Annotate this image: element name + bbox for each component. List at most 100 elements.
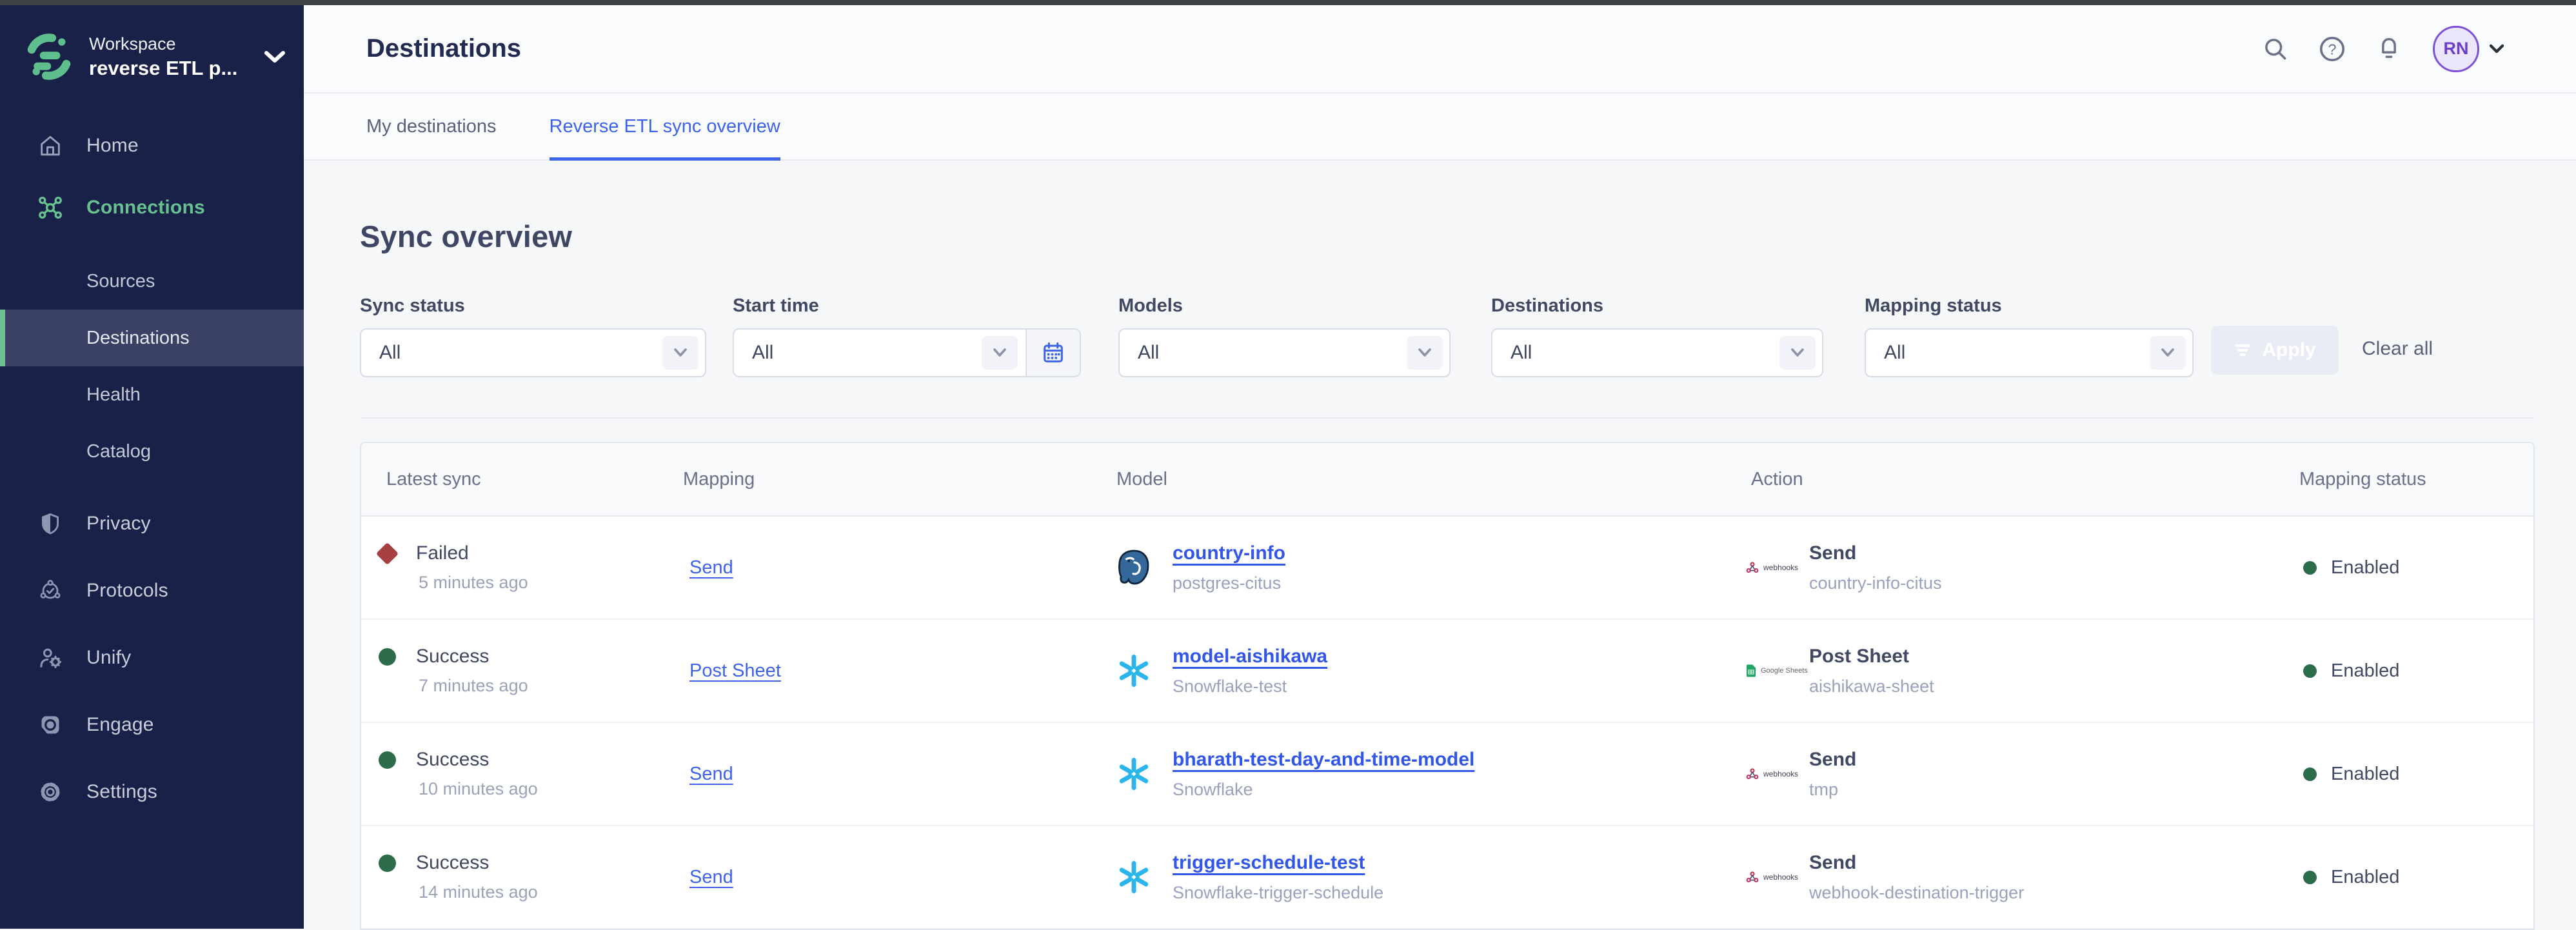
mapping-status-cell: Enabled bbox=[2299, 723, 2533, 825]
help-icon[interactable]: ? bbox=[2312, 28, 2353, 70]
column-header: Mapping status bbox=[2299, 443, 2533, 515]
filter-label: Sync status bbox=[360, 295, 706, 317]
postgres-icon bbox=[1112, 546, 1156, 589]
sidebar-item-protocols[interactable]: Protocols bbox=[0, 557, 304, 624]
engage-icon bbox=[36, 711, 64, 739]
sync-status: Failed bbox=[416, 542, 469, 564]
model-cell: country-info postgres-citus bbox=[1112, 517, 1746, 618]
main-area: Destinations ? RN My destinations Revers… bbox=[304, 5, 2576, 929]
mapping-status-select[interactable]: All bbox=[1865, 328, 2194, 377]
mapping-status: Enabled bbox=[2331, 660, 2399, 682]
snowflake-icon bbox=[1112, 649, 1156, 693]
tab-bar: My destinations Reverse ETL sync overvie… bbox=[304, 94, 2576, 161]
filter-label: Mapping status bbox=[1865, 295, 2194, 317]
model-source: Snowflake bbox=[1173, 780, 1474, 800]
webhooks-brand-label: webhooks bbox=[1763, 873, 1798, 882]
sync-time: 5 minutes ago bbox=[419, 573, 528, 593]
sidebar-item-engage[interactable]: Engage bbox=[0, 691, 304, 758]
enabled-dot-icon bbox=[2303, 871, 2317, 884]
sidebar-subitem-label: Sources bbox=[86, 271, 155, 292]
workspace-name: reverse ETL p... bbox=[89, 55, 237, 81]
models-select[interactable]: All bbox=[1118, 328, 1451, 377]
select-value: All bbox=[1492, 342, 1532, 364]
sync-status-select[interactable]: All bbox=[360, 328, 706, 377]
action-destination: webhook-destination-trigger bbox=[1809, 883, 2024, 903]
sidebar-subitem-label: Catalog bbox=[86, 441, 151, 462]
mapping-status: Enabled bbox=[2331, 867, 2399, 888]
svg-text:?: ? bbox=[2328, 41, 2337, 57]
sidebar-item-label: Protocols bbox=[86, 580, 168, 602]
success-status-icon bbox=[379, 751, 396, 769]
sidebar-subitem-label: Health bbox=[86, 384, 141, 406]
success-status-icon bbox=[379, 648, 396, 666]
tab-label: My destinations bbox=[366, 116, 497, 137]
action-name: Send bbox=[1809, 542, 1942, 564]
column-header: Model bbox=[1112, 443, 1746, 515]
workspace-switcher[interactable]: Workspace reverse ETL p... bbox=[0, 5, 304, 81]
filter-label: Start time bbox=[733, 295, 1081, 317]
avatar[interactable]: RN bbox=[2433, 26, 2479, 72]
action-cell: Google Sheets Post Sheet aishikawa-sheet bbox=[1746, 620, 2299, 722]
select-value: All bbox=[361, 342, 401, 364]
sync-time: 7 minutes ago bbox=[419, 676, 528, 696]
apply-button[interactable]: Apply bbox=[2211, 326, 2339, 375]
snowflake-icon bbox=[1112, 855, 1156, 899]
model-cell: model-aishikawa Snowflake-test bbox=[1112, 620, 1746, 722]
sidebar-item-label: Home bbox=[86, 135, 139, 157]
sidebar-item-health[interactable]: Health bbox=[0, 366, 304, 423]
action-name: Send bbox=[1809, 749, 1856, 771]
sidebar-item-sources[interactable]: Sources bbox=[0, 253, 304, 310]
model-link[interactable]: trigger-schedule-test bbox=[1173, 852, 1365, 874]
mapping-status-cell: Enabled bbox=[2299, 826, 2533, 928]
model-link[interactable]: bharath-test-day-and-time-model bbox=[1173, 749, 1474, 771]
sync-status: Success bbox=[416, 749, 489, 771]
mapping-status-cell: Enabled bbox=[2299, 620, 2533, 722]
model-link[interactable]: model-aishikawa bbox=[1173, 646, 1327, 668]
mapping-link[interactable]: Post Sheet bbox=[689, 660, 781, 682]
calendar-icon[interactable] bbox=[1025, 330, 1080, 376]
action-cell: webhooks Send webhook-destination-trigge… bbox=[1746, 826, 2299, 928]
sidebar-item-privacy[interactable]: Privacy bbox=[0, 490, 304, 557]
sidebar-item-connections[interactable]: Connections bbox=[0, 177, 304, 239]
action-destination: country-info-citus bbox=[1809, 573, 1942, 593]
sidebar-item-catalog[interactable]: Catalog bbox=[0, 423, 304, 480]
webhooks-brand-label: webhooks bbox=[1763, 769, 1798, 778]
table-row: Failed 5 minutes ago Send country-info p… bbox=[361, 517, 2533, 620]
window-top-edge bbox=[0, 0, 2576, 5]
mapping-link[interactable]: Send bbox=[689, 557, 733, 579]
webhooks-icon: webhooks bbox=[1746, 871, 1809, 884]
mapping-link[interactable]: Send bbox=[689, 764, 733, 785]
search-icon[interactable] bbox=[2255, 28, 2296, 70]
destinations-select[interactable]: All bbox=[1491, 328, 1823, 377]
home-icon bbox=[36, 132, 64, 160]
account-chevron-down-icon[interactable] bbox=[2488, 43, 2505, 55]
sidebar: Workspace reverse ETL p... Home Connecti… bbox=[0, 5, 304, 929]
mapping-link[interactable]: Send bbox=[689, 867, 733, 888]
connections-icon bbox=[36, 193, 64, 222]
filter-icon bbox=[2234, 342, 2252, 358]
sidebar-item-label: Connections bbox=[86, 197, 205, 219]
column-header: Latest sync bbox=[361, 443, 683, 515]
latest-sync-cell: Failed 5 minutes ago bbox=[361, 517, 683, 618]
select-value: All bbox=[734, 342, 773, 364]
select-value: All bbox=[1866, 342, 1905, 364]
sidebar-item-destinations[interactable]: Destinations bbox=[0, 310, 304, 366]
clear-all-link[interactable]: Clear all bbox=[2362, 338, 2433, 360]
chevron-down-icon bbox=[264, 50, 286, 64]
sidebar-item-home[interactable]: Home bbox=[0, 115, 304, 177]
chevron-down-icon bbox=[1407, 336, 1443, 370]
model-link[interactable]: country-info bbox=[1173, 542, 1285, 564]
sidebar-item-unify[interactable]: Unify bbox=[0, 624, 304, 691]
select-value: All bbox=[1120, 342, 1159, 364]
filter-bar: Sync status All Start time All bbox=[360, 295, 2535, 377]
sidebar-nav: Home Connections Sources Destinations He… bbox=[0, 115, 304, 826]
sidebar-item-label: Unify bbox=[86, 647, 131, 669]
mapping-status: Enabled bbox=[2331, 557, 2399, 579]
start-time-select[interactable]: All bbox=[733, 328, 1081, 377]
sidebar-item-settings[interactable]: Settings bbox=[0, 758, 304, 826]
sidebar-subitem-label: Destinations bbox=[86, 328, 190, 349]
tab-reverse-etl-sync-overview[interactable]: Reverse ETL sync overview bbox=[550, 94, 780, 159]
tab-my-destinations[interactable]: My destinations bbox=[366, 94, 497, 159]
notifications-icon[interactable] bbox=[2368, 28, 2410, 70]
enabled-dot-icon bbox=[2303, 664, 2317, 678]
